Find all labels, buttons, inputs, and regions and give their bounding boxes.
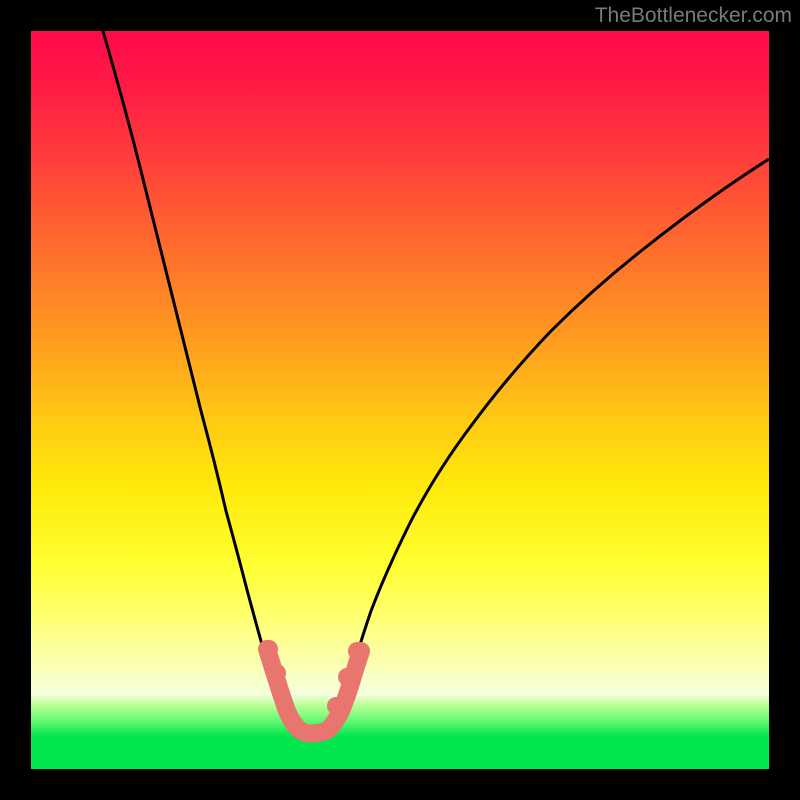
marker-dot [338,668,356,686]
plot-area [31,31,769,769]
watermark-text: TheBottlenecker.com [595,4,792,28]
marker-dot [260,640,278,658]
chart-frame: TheBottlenecker.com [0,0,800,800]
curves-layer [31,31,769,769]
marker-dot [268,664,286,682]
left-branch-curve [103,31,283,711]
right-branch-curve [341,159,769,711]
valley-overlay [267,649,361,734]
marker-dot [348,642,366,660]
marker-dot [327,697,345,715]
